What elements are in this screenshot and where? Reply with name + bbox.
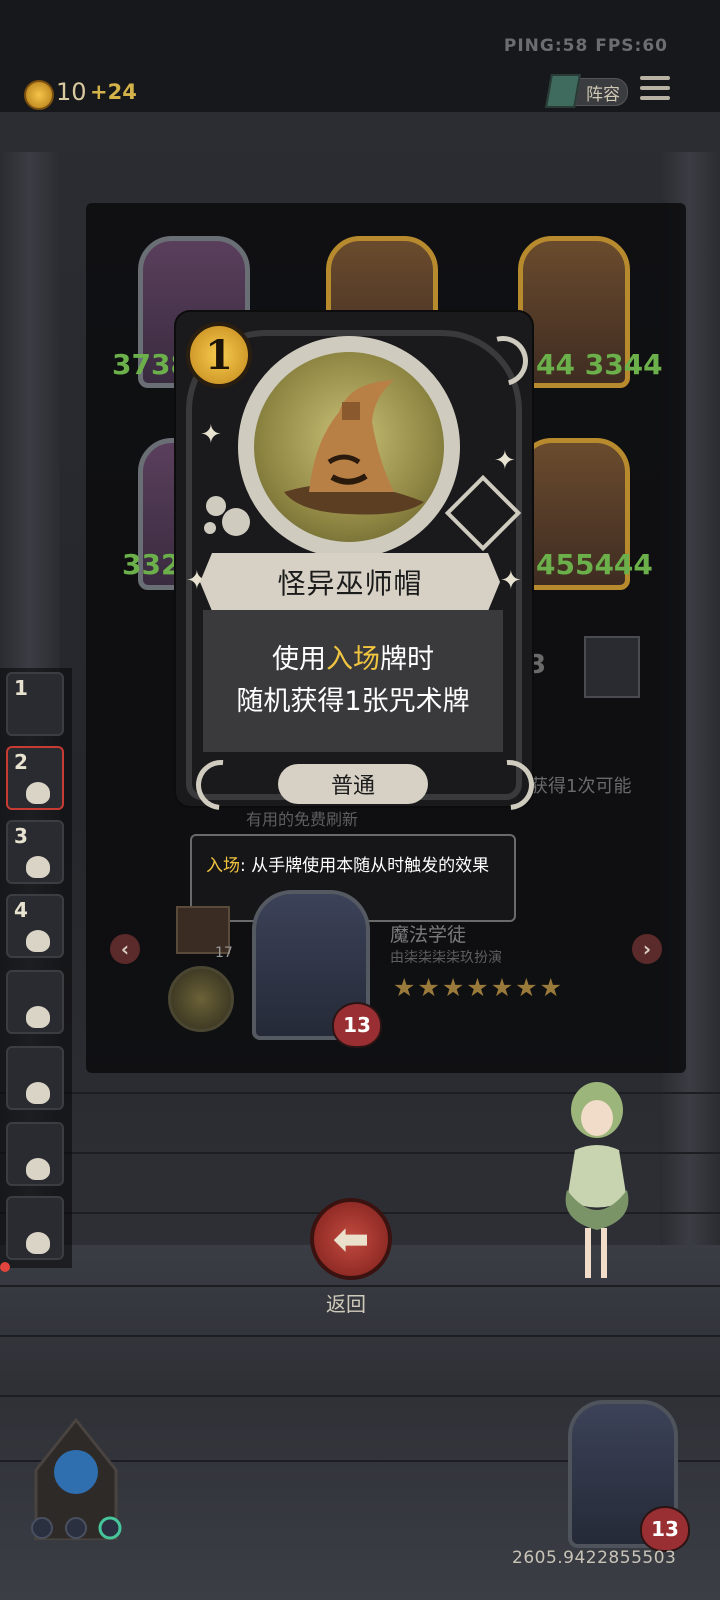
crystal-ball-icon[interactable] bbox=[16, 1410, 136, 1542]
prev-arrow-button[interactable]: ‹ bbox=[110, 934, 140, 964]
ping-fps-readout: PING:58 FPS:60 bbox=[503, 36, 668, 56]
coin-bonus: +24 bbox=[90, 80, 137, 104]
sparkle-icon: ✦ bbox=[500, 566, 522, 596]
skull-icon bbox=[26, 1232, 50, 1254]
slot-number: 3 bbox=[14, 824, 28, 848]
wizard-hat-icon bbox=[254, 352, 444, 542]
rail-slot-6[interactable] bbox=[6, 1046, 64, 1110]
slot-number: 1 bbox=[14, 676, 28, 700]
lineup-label: 阵容 bbox=[586, 85, 620, 105]
companion-character[interactable] bbox=[545, 1080, 645, 1290]
star-icon: ★ bbox=[417, 973, 440, 1002]
hat-icon[interactable] bbox=[168, 966, 234, 1032]
card-stats: 332 bbox=[122, 548, 181, 581]
skull-icon bbox=[26, 1082, 50, 1104]
menu-button[interactable] bbox=[640, 76, 670, 104]
skull-icon bbox=[26, 1158, 50, 1180]
skull-icon bbox=[26, 856, 50, 878]
description-line-2: 随机获得1张咒术牌 bbox=[236, 686, 470, 717]
slot-number: 4 bbox=[14, 898, 28, 922]
card-stats: 455444 bbox=[536, 548, 653, 581]
item-count: 17 bbox=[215, 945, 233, 961]
rail-slot-2[interactable]: 2 bbox=[6, 746, 64, 810]
deck-rail: 1 2 3 4 bbox=[0, 668, 72, 1268]
card-name-ribbon: 怪异巫师帽 bbox=[200, 553, 500, 611]
slot-number: 2 bbox=[14, 750, 28, 774]
card-name: 怪异巫师帽 bbox=[277, 567, 423, 600]
coin-icon bbox=[24, 80, 54, 110]
star-icon: ★ bbox=[466, 973, 489, 1002]
card-cost-badge: 1 bbox=[186, 322, 252, 388]
card-stats: 44 3344 bbox=[536, 348, 663, 381]
rail-slot-7[interactable] bbox=[6, 1122, 64, 1186]
card-description: 使用入场牌时 随机获得1张咒术牌 bbox=[203, 610, 503, 752]
back-label: 返回 bbox=[326, 1292, 366, 1316]
health-heart: 13 bbox=[332, 1002, 382, 1048]
back-button[interactable]: ⬅ bbox=[310, 1198, 392, 1280]
star-icon: ★ bbox=[441, 973, 465, 1002]
menu-icon bbox=[640, 76, 670, 80]
rail-slot-1[interactable]: 1 bbox=[6, 672, 64, 736]
sparkle-icon: ✦ bbox=[200, 420, 222, 450]
rail-slot-4[interactable]: 4 bbox=[6, 894, 64, 958]
rail-slot-3[interactable]: 3 bbox=[6, 820, 64, 884]
next-arrow-button[interactable]: › bbox=[632, 934, 662, 964]
star-icon: ★ bbox=[515, 973, 538, 1002]
hero-name: 魔法学徒 bbox=[390, 924, 467, 946]
health-heart: 13 bbox=[640, 1506, 690, 1552]
partial-label: 获得1次可能 bbox=[530, 776, 632, 797]
keyword-entry: 入场 bbox=[326, 644, 380, 675]
partial-label: 有用的免费刷新 bbox=[246, 810, 359, 829]
skull-icon bbox=[26, 1006, 50, 1028]
notification-dot bbox=[0, 1262, 10, 1272]
tooltip-text: 入场: 从手牌使用本随从时触发的效果 bbox=[206, 856, 490, 876]
sparkle-icon: ✦ bbox=[494, 446, 516, 476]
debug-coordinates: 2605.9422855503 bbox=[512, 1548, 677, 1568]
tooltip-keyword: 入场 bbox=[206, 856, 240, 876]
book-icon bbox=[545, 74, 581, 108]
description-line-1: 使用入场牌时 bbox=[272, 644, 434, 675]
bubbles-ornament bbox=[202, 492, 258, 540]
star-icon: ★ bbox=[490, 973, 514, 1002]
rarity-badge: 普通 bbox=[278, 764, 428, 804]
skull-icon bbox=[26, 930, 50, 952]
hero-subtitle: 由柒柒柒柒玖扮演 bbox=[390, 950, 502, 966]
skull-icon bbox=[26, 782, 50, 804]
rail-slot-8[interactable] bbox=[6, 1196, 64, 1260]
coin-count: 10 bbox=[56, 78, 87, 106]
star-icon: ★ bbox=[393, 973, 416, 1002]
star-icon: ★ bbox=[539, 973, 562, 1002]
star-rating: ★ ★ ★ ★ ★ ★ ★ bbox=[393, 975, 567, 1003]
arrow-left-icon: ⬅ bbox=[332, 1213, 370, 1265]
mini-card[interactable] bbox=[584, 636, 640, 698]
rail-slot-5[interactable] bbox=[6, 970, 64, 1034]
